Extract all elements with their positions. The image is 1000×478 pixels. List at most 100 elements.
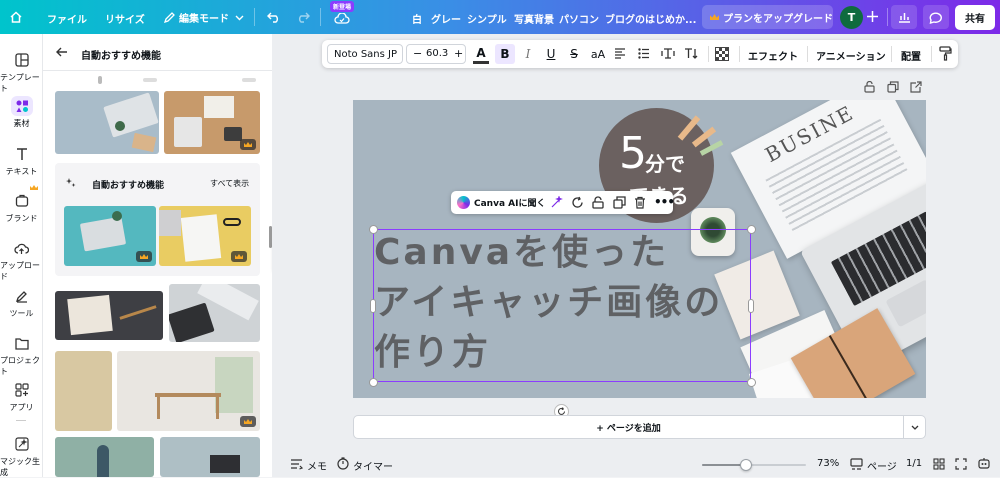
plus-icon[interactable] (866, 10, 879, 23)
zoom-slider-thumb[interactable] (739, 459, 752, 471)
title-tag-1[interactable]: 白 (412, 11, 422, 26)
line-spacing-icon[interactable] (661, 47, 675, 60)
lock-page-icon[interactable] (864, 80, 875, 96)
element-thumb-keyboard[interactable] (169, 284, 260, 342)
animation-button[interactable]: アニメーション (816, 48, 886, 63)
rail-item-projects[interactable]: プロジェクト (0, 333, 43, 377)
top-bar: ファイル リサイズ 編集モード 新登場 白 グレー シンプル 写真背景 パソコン… (0, 0, 1000, 34)
rail-item-magic[interactable]: マジック生成 (0, 434, 43, 478)
add-page-dropdown[interactable] (904, 415, 926, 439)
text-selection-box[interactable] (373, 229, 751, 382)
upgrade-button[interactable]: プランをアップグレード (702, 5, 833, 29)
effects-button[interactable]: エフェクト (748, 48, 798, 63)
title-tag-5[interactable]: パソコン (559, 11, 599, 26)
element-thumb-desk-camera[interactable] (164, 91, 260, 154)
rail-item-elements[interactable]: 素材 (0, 96, 43, 129)
notes-icon[interactable] (290, 458, 304, 473)
resize-handle-bl[interactable] (369, 378, 378, 387)
list-icon[interactable] (638, 48, 650, 59)
resize-handle-tl[interactable] (369, 225, 378, 234)
magic-edit-icon[interactable] (550, 195, 563, 212)
cloud-sync-icon[interactable] (334, 13, 350, 25)
resize-handle-right[interactable] (748, 299, 754, 313)
chevron-down-icon (235, 15, 244, 21)
grid-view-icon[interactable] (933, 458, 945, 473)
pages-icon[interactable] (850, 458, 863, 473)
resize-handle-tr[interactable] (747, 225, 756, 234)
font-size-increase-button[interactable]: + (454, 47, 463, 60)
font-size-decrease-button[interactable]: − (413, 47, 422, 60)
paint-roller-icon[interactable] (939, 46, 952, 61)
element-thumb-laptop-teal[interactable] (64, 206, 156, 266)
strikethrough-icon[interactable]: S (566, 44, 582, 64)
edit-mode-dropdown[interactable]: 編集モード (164, 10, 244, 25)
font-family-select[interactable]: Noto Sans JP (327, 44, 403, 64)
italic-icon[interactable]: I (520, 44, 536, 64)
rail-item-text[interactable]: テキスト (0, 144, 43, 177)
zoom-slider[interactable] (702, 459, 806, 471)
notes-button[interactable]: メモ (307, 458, 327, 473)
avatar[interactable]: T (840, 6, 863, 29)
title-tag-2[interactable]: グレー (431, 11, 461, 26)
back-arrow-icon[interactable] (56, 47, 68, 60)
timer-icon[interactable] (337, 457, 349, 473)
title-tag-3[interactable]: シンプル (467, 11, 507, 26)
unlock-icon[interactable] (592, 196, 604, 212)
element-thumb-room-desk[interactable] (117, 351, 260, 431)
share-page-icon[interactable] (910, 81, 922, 96)
comment-icon[interactable] (923, 5, 949, 29)
align-left-icon[interactable] (614, 48, 626, 59)
duplicate-icon[interactable] (613, 196, 626, 212)
rail-item-apps[interactable]: アプリ (0, 380, 43, 413)
rail-label: プロジェクト (0, 356, 40, 376)
fullscreen-icon[interactable] (955, 458, 967, 473)
divider (739, 46, 740, 62)
vertical-text-icon[interactable] (684, 47, 698, 60)
element-thumb-notebook-pen[interactable] (55, 291, 163, 340)
letter-case-icon[interactable]: aA (589, 44, 607, 64)
underline-icon[interactable]: U (543, 44, 559, 64)
redo-icon[interactable] (296, 10, 310, 23)
divider (254, 8, 255, 26)
element-thumb-paper-texture[interactable] (55, 351, 112, 431)
position-button[interactable]: 配置 (901, 48, 921, 63)
canva-ai-icon (457, 196, 470, 209)
resize-menu[interactable]: リサイズ (105, 11, 145, 26)
resize-handle-left[interactable] (370, 299, 376, 313)
share-button[interactable]: 共有 (955, 5, 995, 30)
element-thumb-yellow-desk[interactable] (159, 206, 251, 266)
panel-header-title: 自動おすすめ機能 (81, 51, 161, 62)
rail-divider (16, 420, 26, 421)
bold-icon[interactable]: B (495, 44, 515, 64)
more-options-icon[interactable]: ••• (654, 195, 675, 209)
ask-canva-ai-button[interactable]: Canva AIに聞く (474, 196, 545, 209)
zoom-value[interactable]: 73% (817, 458, 839, 469)
element-thumb-laptop-plant[interactable] (55, 91, 159, 154)
home-icon[interactable] (8, 9, 24, 25)
rotate-icon[interactable] (571, 196, 584, 212)
element-thumb-desk-top[interactable] (160, 437, 260, 477)
help-bot-icon[interactable] (977, 457, 991, 473)
rail-label: ブランド (5, 214, 38, 223)
duplicate-page-icon[interactable] (887, 81, 899, 96)
file-menu[interactable]: ファイル (47, 11, 87, 26)
font-size-value[interactable]: 60.3 (426, 48, 448, 59)
title-tag-6[interactable]: ブログのはじめか... (605, 11, 696, 26)
delete-icon[interactable] (634, 196, 646, 212)
text-color-icon[interactable]: A (473, 44, 489, 64)
insights-icon[interactable] (891, 5, 917, 29)
timer-button[interactable]: タイマー (353, 458, 393, 473)
see-all-link[interactable]: すべて表示 (210, 178, 249, 189)
rail-item-brand[interactable]: ブランド (0, 185, 43, 224)
rail-item-upload[interactable]: アップロード (0, 238, 43, 282)
resize-handle-br[interactable] (747, 378, 756, 387)
thumb-desk (155, 393, 221, 397)
element-thumb-person-outdoor[interactable] (55, 437, 154, 477)
undo-icon[interactable] (267, 10, 281, 23)
rail-item-templates[interactable]: テンプレート (0, 50, 43, 94)
add-page-button[interactable]: + ページを追加 (353, 415, 904, 439)
title-tag-4[interactable]: 写真背景 (514, 11, 554, 26)
transparency-icon[interactable] (715, 47, 729, 61)
pages-button[interactable]: ページ (867, 458, 897, 473)
rail-item-tools[interactable]: ツール (0, 286, 43, 319)
